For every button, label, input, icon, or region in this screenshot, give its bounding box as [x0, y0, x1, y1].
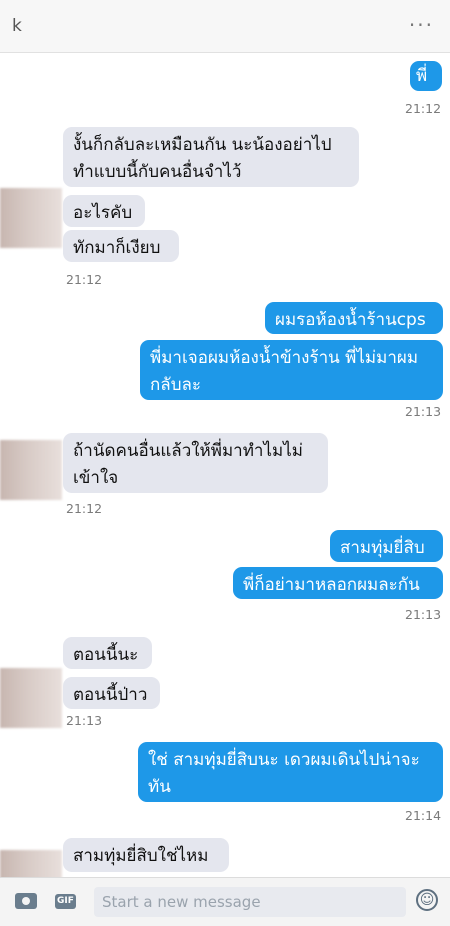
message-timestamp: 21:12 [66, 272, 103, 287]
message-input[interactable] [94, 887, 406, 917]
message-outgoing[interactable]: ผมรอห้องน้ำร้านcps [265, 302, 443, 334]
message-outgoing[interactable]: พี่มาเจอผมห้องน้ำข้างร้าน พี่ไม่มาผมกลับ… [140, 340, 443, 400]
message-incoming[interactable]: ตอนนี้ป่าว [63, 677, 160, 709]
message-outgoing[interactable]: สามทุ่มยี่สิบ [330, 530, 443, 562]
message-timestamp: 21:14 [405, 808, 442, 823]
avatar [0, 440, 62, 500]
message-timestamp: 21:13 [405, 404, 442, 419]
avatar [0, 668, 62, 728]
avatar [0, 188, 62, 248]
message-timestamp: 21:12 [66, 501, 103, 516]
message-incoming[interactable]: งั้นก็กลับละเหมือนกัน นะน้องอย่าไปทำแบบน… [63, 127, 359, 187]
message-incoming[interactable]: ทักมาก็เงียบ [63, 230, 179, 262]
emoji-icon[interactable]: ☺ [416, 889, 438, 911]
message-timestamp: 21:13 [66, 713, 103, 728]
message-timestamp: 21:12 [405, 101, 442, 116]
message-incoming[interactable]: อะไรคับ [63, 195, 145, 227]
message-incoming[interactable]: ถ้านัดคนอื่นแล้วให้พี่มาทำไมไม่เข้าใจ [63, 433, 328, 493]
message-incoming[interactable]: สามทุ่มยี่สิบใช่ไหม [63, 838, 229, 872]
message-outgoing[interactable]: ใช่ สามทุ่มยี่สิบนะ เดวผมเดินไปน่าจะทัน [138, 742, 443, 802]
camera-icon[interactable] [15, 893, 37, 909]
message-timestamp: 21:13 [405, 607, 442, 622]
gif-icon[interactable]: GIF [55, 894, 76, 909]
message-composer: GIF ☺ [0, 877, 450, 926]
message-outgoing[interactable]: พี่ก็อย่ามาหลอกผมละกัน [233, 567, 443, 599]
message-incoming[interactable]: ตอนนี้นะ [63, 637, 152, 669]
message-outgoing[interactable]: พี่ [410, 61, 442, 91]
more-icon[interactable]: ··· [409, 13, 434, 37]
conversation-header: k ··· [0, 0, 450, 53]
conversation-title: k [12, 16, 22, 36]
